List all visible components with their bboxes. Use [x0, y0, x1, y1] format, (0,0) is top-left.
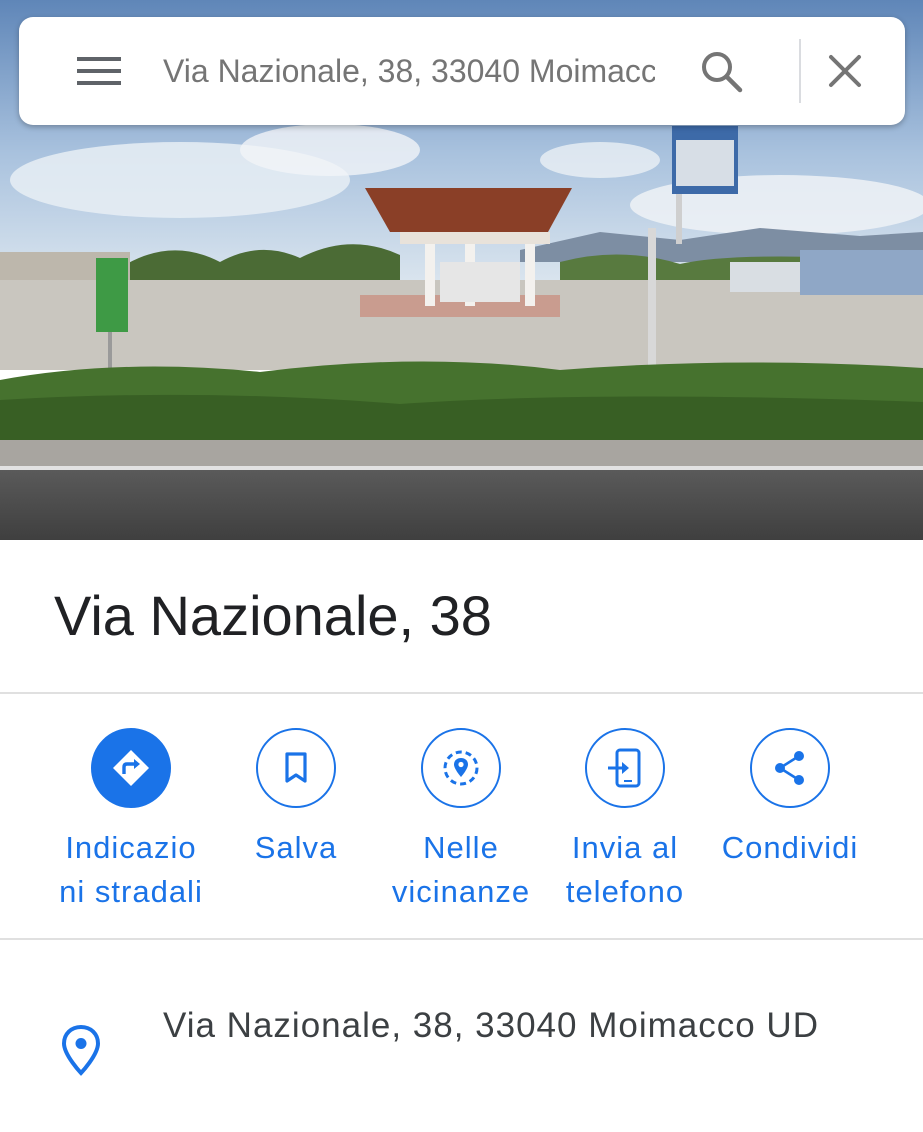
close-icon [829, 55, 861, 87]
share-button[interactable]: Condividi [705, 728, 875, 918]
divider [0, 938, 923, 940]
search-icon [702, 52, 743, 93]
search-bar [19, 17, 905, 125]
action-buttons-row: Indicazio ni stradali Salva Nelle vicina… [0, 728, 923, 918]
share-label: Condividi [721, 830, 859, 865]
send-to-phone-label: Invia al telefono [565, 830, 685, 909]
location-pin-icon [61, 1024, 101, 1076]
hamburger-menu-icon [77, 57, 121, 85]
directions-button[interactable]: Indicazio ni stradali [46, 728, 216, 918]
divider [0, 692, 923, 694]
nearby-circle [421, 728, 501, 808]
directions-circle [91, 728, 171, 808]
address-row[interactable]: Via Nazionale, 38, 33040 Moimacco UD [0, 990, 923, 1110]
search-input[interactable] [163, 47, 655, 95]
clear-search-button[interactable] [815, 43, 875, 99]
share-circle [750, 728, 830, 808]
place-title: Via Nazionale, 38 [54, 584, 492, 647]
send-to-phone-circle [585, 728, 665, 808]
directions-label: Indicazio ni stradali [59, 830, 203, 909]
save-label: Salva [254, 830, 338, 865]
bookmark-icon [285, 752, 307, 783]
nearby-label: Nelle vicinanze [391, 830, 531, 909]
menu-button[interactable] [67, 47, 131, 95]
share-icon [775, 751, 804, 785]
directions-icon [113, 750, 149, 786]
nearby-icon [443, 750, 479, 786]
search-divider [799, 39, 801, 103]
save-button[interactable]: Salva [211, 728, 381, 918]
search-button[interactable] [691, 43, 751, 99]
send-to-phone-icon [608, 748, 641, 788]
nearby-button[interactable]: Nelle vicinanze [376, 728, 546, 918]
save-circle [256, 728, 336, 808]
address-text: Via Nazionale, 38, 33040 Moimacco UD [163, 1006, 819, 1045]
send-to-phone-button[interactable]: Invia al telefono [540, 728, 710, 918]
